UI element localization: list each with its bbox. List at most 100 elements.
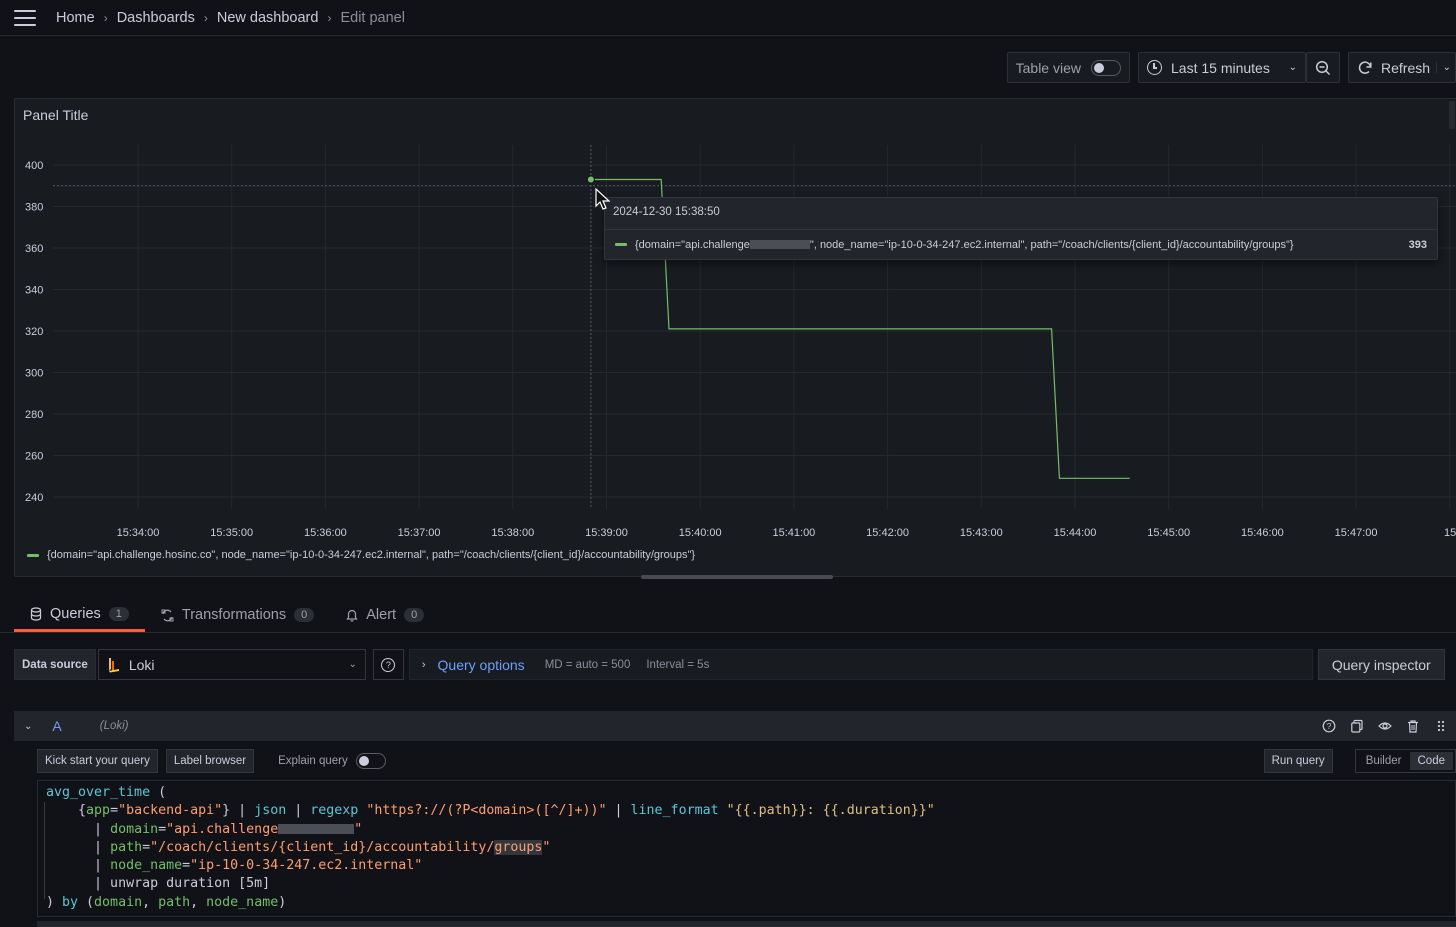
editor-bottom-bar [37,921,1456,927]
toggle-switch[interactable] [355,753,386,769]
query-options-toggle[interactable]: › Query options MD = auto = 500 Interval… [408,649,1313,680]
code-token: } | [222,803,255,819]
chevron-right-icon: › [421,658,426,671]
code-token: | [286,803,311,819]
count-badge: 0 [404,608,425,622]
zoom-out-icon [1315,60,1331,75]
code-token: line_format [630,803,719,819]
x-tick-label: 15:44:00 [1054,527,1097,539]
y-tick-label: 240 [25,492,43,504]
svg-text:?: ? [1327,722,1332,731]
x-tick-label: 15:43:00 [960,527,1003,539]
label-browser-button[interactable]: Label browser [165,749,255,773]
breadcrumb-home[interactable]: Home [56,10,95,26]
copy-icon[interactable] [1350,719,1364,733]
x-tick-label: 15:41:00 [772,527,815,539]
query-options-title: Query options [437,656,525,673]
chevron-right-icon: › [327,10,332,25]
code-token: = [158,821,167,837]
query-row-actions: ? [1322,719,1448,733]
x-tick-label: 15:35:00 [210,527,253,539]
count-badge: 0 [294,608,315,622]
loki-logo-icon [108,657,119,672]
y-tick-label: 260 [25,451,43,463]
chart-legend[interactable]: {domain="api.challenge.hosinc.co", node_… [27,549,695,561]
code-token: "ip-10-0-34-247.ec2.internal" [190,858,423,874]
code-token: " [542,839,551,855]
tooltip-time: 2024-12-30 15:38:50 [613,206,720,218]
trash-icon[interactable] [1406,719,1420,733]
query-ref-id[interactable]: A [52,718,61,734]
toggle-switch[interactable] [1091,59,1121,76]
tab-transformations[interactable]: Transformations 0 [145,598,330,632]
time-range-picker[interactable]: Last 15 minutes ⌄ [1138,52,1306,83]
x-tick-label: 15:47:00 [1335,527,1378,539]
collapse-chevron-icon[interactable]: ⌄ [24,721,32,732]
code-token: "api.challenge [166,821,279,837]
datasource-help-button[interactable]: ? [372,649,404,680]
explain-query-toggle[interactable]: Explain query [278,753,386,769]
menu-icon[interactable] [14,9,36,26]
eye-icon[interactable] [1378,719,1392,733]
tooltip-row: {domain="api.challenge ", node_name="ip-… [605,229,1437,259]
code-token: ( [150,785,167,800]
breadcrumb-edit-panel: Edit panel [340,9,405,26]
code-token: = [182,858,191,874]
query-options-interval: Interval = 5s [646,658,710,671]
legend-label: {domain="api.challenge.hosinc.co", node_… [47,549,696,561]
refresh-button[interactable]: Refresh ⌄ [1348,52,1456,83]
breadcrumb-dashboards[interactable]: Dashboards [117,10,195,26]
datasource-picker[interactable]: Loki ⌄ [97,649,366,680]
chevron-down-icon[interactable]: ⌄ [1435,62,1451,73]
panel-scrollbar[interactable] [641,575,833,579]
query-inspector-button[interactable]: Query inspector [1317,649,1445,680]
y-tick-label: 380 [25,202,43,214]
tooltip-value: 393 [1408,238,1427,251]
code-mode-button[interactable]: Code [1409,752,1453,770]
code-token: | unwrap duration [5m] [94,876,271,892]
help-icon[interactable]: ? [1322,719,1336,733]
code-token: domain [94,894,143,910]
code-token: "https?://(?P<domain>([^/]+))" [366,803,607,819]
breadcrumb-new-dashboard[interactable]: New dashboard [217,10,319,26]
time-range-label: Last 15 minutes [1171,59,1270,76]
x-tick-label: 15:46:00 [1241,527,1284,539]
tab-queries[interactable]: Queries 1 [14,598,145,632]
x-tick-label: 15:39:00 [585,527,628,539]
time-series-chart[interactable]: 400 380 360 340 320 300 280 260 240 15:34:00 15:35… [15,99,1456,578]
explain-label: Explain query [278,755,348,767]
panel-preview: Panel Title 400 380 360 340 320 300 280 260 240 1… [14,98,1456,579]
x-tick-label: 15:37:00 [398,527,441,539]
y-tick-label: 360 [25,243,43,255]
y-tick-label: 300 [25,368,43,380]
code-token: avg_over_time [46,785,151,800]
tab-divider [0,632,1456,633]
query-row-header: ⌄ A (Loki) ? [14,711,1456,741]
tooltip-series-prefix: {domain="api.challenge [635,238,750,251]
builder-mode-button[interactable]: Builder [1358,752,1410,770]
x-tick-label: 15:34:00 [117,527,160,539]
code-token: , [190,894,207,910]
code-token: by [62,894,79,910]
clock-icon [1147,60,1162,75]
chevron-right-icon: › [103,10,108,25]
code-token: app [86,803,111,819]
table-view-toggle[interactable]: Table view [1006,52,1130,83]
run-query-button[interactable]: Run query [1263,749,1333,773]
chevron-right-icon: › [203,10,208,25]
code-token: { [78,803,87,819]
transform-icon [161,609,174,621]
code-token: | [94,858,111,874]
datasource-value: Loki [128,656,155,673]
query-options-md: MD = auto = 500 [544,658,631,671]
x-tick-label: 15:38:00 [491,527,534,539]
kick-start-button[interactable]: Kick start your query [37,749,158,773]
code-token: json [254,803,287,819]
code-token: path [158,894,191,910]
tab-alert[interactable]: Alert 0 [330,598,440,632]
query-code-editor[interactable]: avg_over_time ( {app="backend-api"} | js… [37,780,1456,917]
zoom-out-button[interactable] [1306,52,1340,83]
drag-handle-icon[interactable] [1434,719,1448,733]
code-token: domain [110,821,159,837]
code-token: ) [278,894,287,910]
